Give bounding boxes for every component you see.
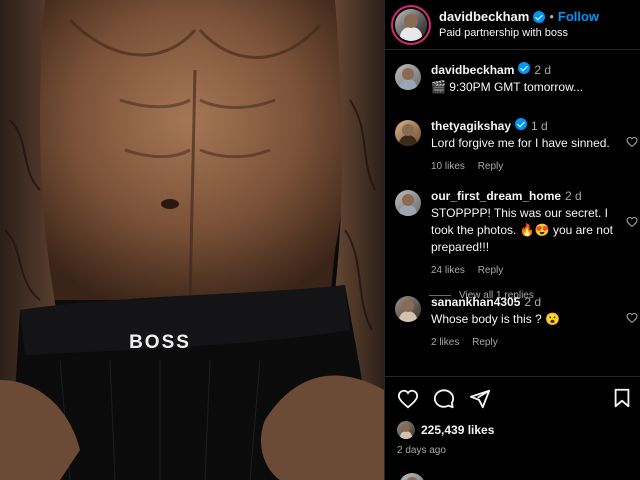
comment-text: Whose body is this ? 😮 <box>431 312 560 326</box>
caption-username[interactable]: davidbeckham <box>431 63 514 77</box>
comment-like-heart-icon[interactable] <box>626 312 638 324</box>
comment-avatar[interactable] <box>395 296 421 322</box>
comment-text: STOPPPP! This was our secret. I took the… <box>431 206 613 254</box>
comment-icon[interactable] <box>433 388 455 410</box>
post-photo[interactable]: BOSS <box>0 0 384 480</box>
author-username[interactable]: davidbeckham <box>439 9 529 25</box>
comment-item: thetyagikshay 1 d Lord forgive me for I h… <box>395 118 640 188</box>
caption-text: 🎬 9:30PM GMT tomorrow... <box>431 80 584 94</box>
share-icon[interactable] <box>469 388 491 410</box>
comment-username[interactable]: our_first_dream_home <box>431 189 561 203</box>
verified-badge-icon <box>533 10 546 23</box>
comment-like-heart-icon[interactable] <box>626 136 638 148</box>
bookmark-icon[interactable] <box>611 387 633 409</box>
post-header: davidbeckham • Follow Paid partnership w… <box>385 0 640 50</box>
verified-badge-icon <box>515 118 528 130</box>
comment-likes[interactable]: 10 likes <box>431 161 465 172</box>
current-user-avatar <box>399 473 425 480</box>
caption-time: 2 d <box>534 63 552 77</box>
post-side-panel: davidbeckham • Follow Paid partnership w… <box>384 0 640 480</box>
caption: davidbeckham 2 d 🎬 9:30PM GMT tomorrow... <box>395 62 640 118</box>
reply-button[interactable]: Reply <box>478 265 504 276</box>
comment-time: 2 d <box>524 295 542 309</box>
photo-illustration: BOSS <box>0 0 384 480</box>
comment-username[interactable]: thetyagikshay <box>431 119 511 133</box>
comment-avatar[interactable] <box>395 120 421 146</box>
comment-avatar[interactable] <box>395 190 421 216</box>
comment-like-heart-icon[interactable] <box>626 216 638 228</box>
caption-avatar[interactable] <box>395 64 421 90</box>
verified-badge-icon <box>518 62 531 74</box>
comment-time: 1 d <box>531 119 548 133</box>
heart-icon[interactable] <box>397 388 419 410</box>
comment-text: Lord forgive me for I have sinned. <box>431 136 610 150</box>
comment-item: our_first_dream_home 2 d STOPPPP! This wa… <box>395 188 640 301</box>
post-actions: 225,439 likes 2 days ago <box>385 376 640 480</box>
comment-likes[interactable]: 24 likes <box>431 265 465 276</box>
waistband-logo: BOSS <box>129 332 191 353</box>
comment-item: sanankhan4305 2 d Whose body is this ? 😮 … <box>395 294 640 354</box>
liker-avatar[interactable] <box>397 421 415 439</box>
comments-list: davidbeckham 2 d 🎬 9:30PM GMT tomorrow...… <box>385 50 640 354</box>
post-timestamp[interactable]: 2 days ago <box>397 445 640 456</box>
comment-username[interactable]: sanankhan4305 <box>431 295 520 309</box>
likes-count[interactable]: 225,439 likes <box>421 423 494 437</box>
comment-time: 2 d <box>565 189 582 203</box>
reply-button[interactable]: Reply <box>472 337 498 348</box>
author-avatar[interactable] <box>395 8 427 41</box>
paid-partnership-label[interactable]: Paid partnership with boss <box>439 25 599 41</box>
comment-likes[interactable]: 2 likes <box>431 337 459 348</box>
separator-dot: • <box>549 8 554 24</box>
follow-button[interactable]: Follow <box>558 9 599 25</box>
reply-button[interactable]: Reply <box>478 161 504 172</box>
